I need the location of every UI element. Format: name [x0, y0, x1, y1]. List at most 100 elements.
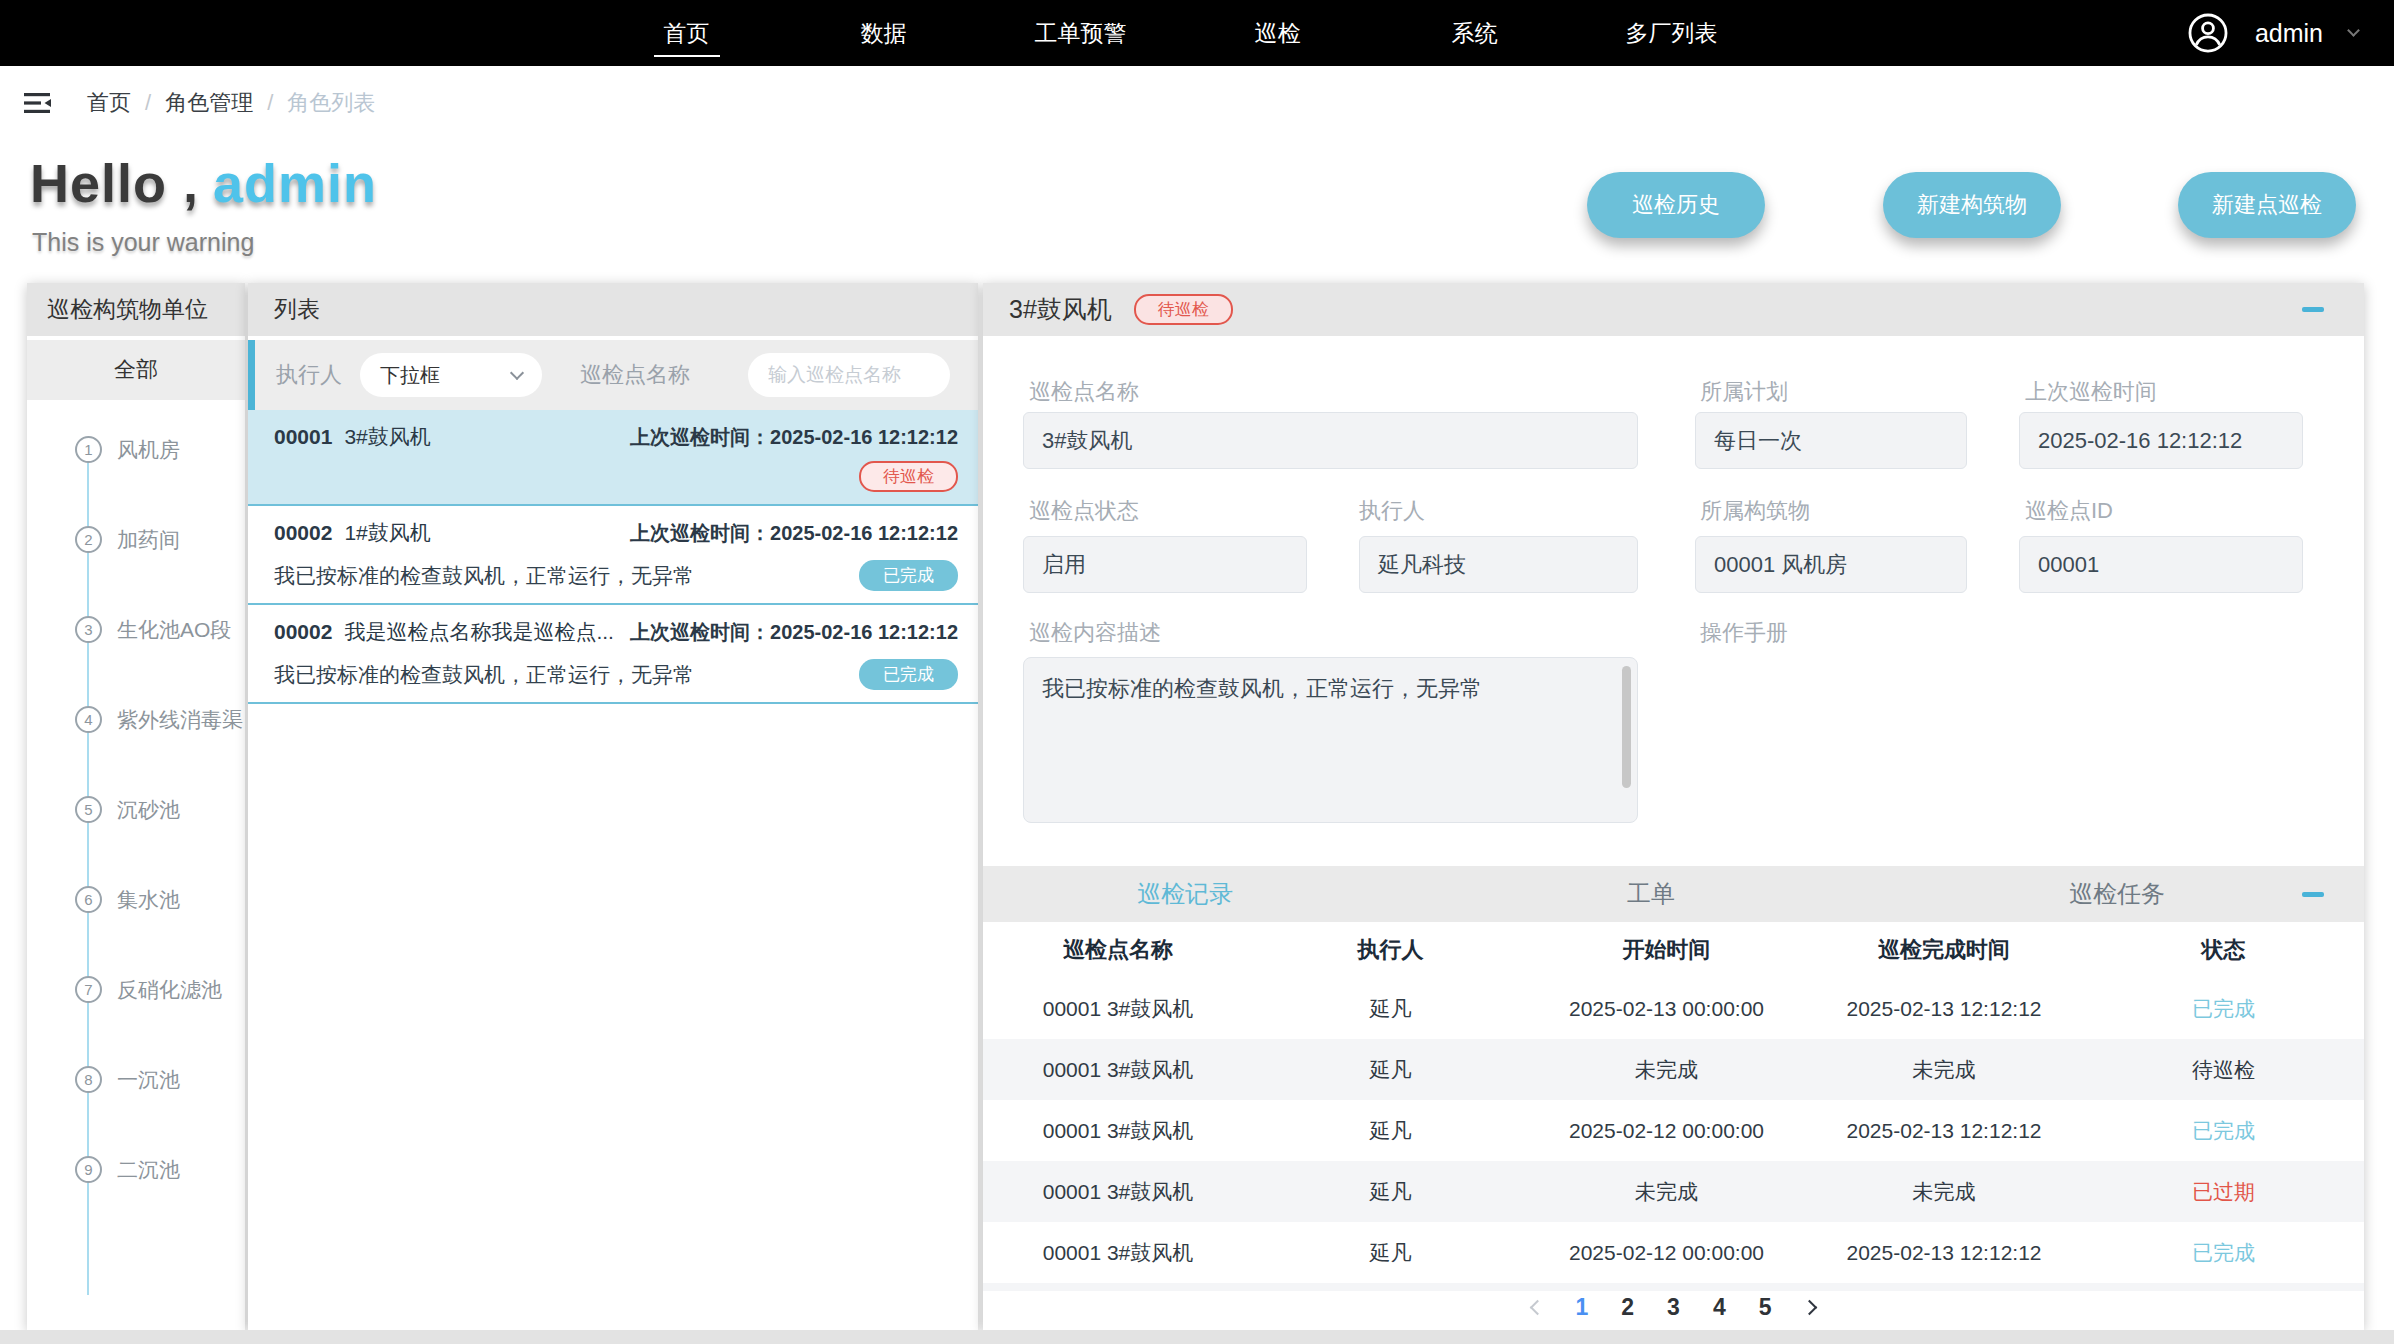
nav-item-workorder-alert[interactable]: 工单预警 — [982, 0, 1179, 66]
table-row[interactable]: 00001 3#鼓风机 延凡 2025-02-12 00:00:00 2025-… — [983, 1100, 2364, 1161]
unit-item-9[interactable]: 9 二沉池 — [27, 1152, 245, 1188]
point-code: 00002 — [274, 620, 332, 644]
unit-item-5[interactable]: 5 沉砂池 — [27, 792, 245, 828]
executor-filter-label: 执行人 — [276, 340, 342, 410]
pagination: 1 2 3 4 5 — [983, 1285, 2364, 1330]
field-label-desc: 巡检内容描述 — [1029, 618, 1161, 648]
list-filter-row: 执行人 下拉框 巡检点名称 — [248, 340, 978, 410]
point-detail-panel: 3#鼓风机 待巡检 巡检点名称 所属计划 上次巡检时间 3#鼓风机 每日一次 2… — [983, 283, 2364, 1330]
breadcrumb: 首页 / 角色管理 / 角色列表 — [87, 88, 375, 118]
field-label-last-time: 上次巡检时间 — [2025, 377, 2157, 407]
field-plan[interactable]: 每日一次 — [1695, 412, 1967, 469]
detail-tabs: 巡检记录 工单 巡检任务 — [983, 866, 2364, 922]
list-item[interactable]: 00002 我是巡检点名称我是巡检点... 上次巡检时间：2025-02-16 … — [248, 605, 978, 704]
greeting-subtitle: This is your warning — [32, 228, 254, 257]
unit-item-1[interactable]: 1 风机房 — [27, 432, 245, 468]
pagination-prev-icon[interactable] — [1529, 1300, 1545, 1316]
unit-item-8[interactable]: 8 一沉池 — [27, 1062, 245, 1098]
unit-number: 1 — [75, 436, 102, 463]
field-label-executor: 执行人 — [1359, 496, 1425, 526]
nav-item-home[interactable]: 首页 — [588, 0, 785, 66]
textarea-scrollbar[interactable] — [1622, 666, 1631, 788]
table-row[interactable]: 00001 3#鼓风机 延凡 未完成 未完成 待巡检 — [983, 1039, 2364, 1100]
nav-item-multi-plant[interactable]: 多厂列表 — [1573, 0, 1770, 66]
field-structure[interactable]: 00001 风机房 — [1695, 536, 1967, 593]
field-label-status: 巡检点状态 — [1029, 496, 1139, 526]
status-badge-pending: 待巡检 — [859, 461, 958, 492]
pagination-page-1[interactable]: 1 — [1576, 1294, 1589, 1321]
pagination-page-5[interactable]: 5 — [1759, 1294, 1772, 1321]
field-last-time[interactable]: 2025-02-16 12:12:12 — [2019, 412, 2303, 469]
unit-number: 6 — [75, 886, 102, 913]
new-structure-button[interactable]: 新建构筑物 — [1883, 172, 2061, 238]
breadcrumb-home[interactable]: 首页 — [87, 88, 131, 118]
col-header-executor: 执行人 — [1253, 935, 1528, 965]
page-bottom-strip — [0, 1330, 2394, 1344]
field-label-structure: 所属构筑物 — [1700, 496, 1810, 526]
units-all-filter[interactable]: 全部 — [27, 340, 245, 400]
unit-item-4[interactable]: 4 紫外线消毒渠 — [27, 702, 245, 738]
field-name[interactable]: 3#鼓风机 — [1023, 412, 1638, 469]
field-status[interactable]: 启用 — [1023, 536, 1307, 593]
pagination-page-4[interactable]: 4 — [1713, 1294, 1726, 1321]
nav-item-data[interactable]: 数据 — [785, 0, 982, 66]
executor-dropdown-value: 下拉框 — [380, 362, 440, 389]
table-row[interactable]: 00001 3#鼓风机 延凡 未完成 未完成 已过期 — [983, 1161, 2364, 1222]
breadcrumb-bar: 首页 / 角色管理 / 角色列表 — [0, 66, 2394, 140]
unit-item-7[interactable]: 7 反硝化滤池 — [27, 972, 245, 1008]
nav-item-system[interactable]: 系统 — [1376, 0, 1573, 66]
field-desc-textarea[interactable]: 我已按标准的检查鼓风机，正常运行，无异常 — [1023, 657, 1638, 823]
collapse-tabs-icon[interactable] — [2302, 892, 2324, 897]
list-panel-title: 列表 — [248, 283, 978, 336]
executor-dropdown[interactable]: 下拉框 — [360, 353, 542, 397]
unit-label: 紫外线消毒渠 — [117, 706, 243, 734]
point-name-filter-label: 巡检点名称 — [580, 340, 690, 410]
tab-inspection-records[interactable]: 巡检记录 — [1137, 866, 1233, 922]
inspection-point-list-panel: 列表 执行人 下拉框 巡检点名称 00001 3#鼓风机 上次巡检时间：2025… — [248, 283, 978, 1330]
pagination-next-icon[interactable] — [1802, 1300, 1818, 1316]
user-menu[interactable]: admin — [2187, 0, 2358, 66]
status-done: 已完成 — [2083, 1117, 2364, 1145]
unit-item-6[interactable]: 6 集水池 — [27, 882, 245, 918]
list-item[interactable]: 00002 1#鼓风机 上次巡检时间：2025-02-16 12:12:12 我… — [248, 506, 978, 605]
col-header-finish-time: 巡检完成时间 — [1805, 935, 2083, 965]
table-row[interactable]: 00001 3#鼓风机 延凡 2025-02-13 00:00:00 2025-… — [983, 978, 2364, 1039]
list-item-selected[interactable]: 00001 3#鼓风机 上次巡检时间：2025-02-16 12:12:12 待… — [248, 410, 978, 506]
breadcrumb-role-management[interactable]: 角色管理 — [165, 88, 253, 118]
inspection-history-button[interactable]: 巡检历史 — [1587, 172, 1765, 238]
unit-number: 4 — [75, 706, 102, 733]
tab-inspection-tasks[interactable]: 巡检任务 — [2069, 866, 2165, 922]
status-expired: 已过期 — [2083, 1178, 2364, 1206]
chevron-down-icon — [510, 366, 524, 380]
tab-work-orders[interactable]: 工单 — [1627, 866, 1675, 922]
unit-item-2[interactable]: 2 加药间 — [27, 522, 245, 558]
new-point-inspection-button[interactable]: 新建点巡检 — [2178, 172, 2356, 238]
field-executor[interactable]: 延凡科技 — [1359, 536, 1638, 593]
point-code: 00001 — [274, 425, 332, 449]
point-name-search-input[interactable] — [748, 353, 950, 397]
nav-item-inspection[interactable]: 巡检 — [1179, 0, 1376, 66]
detail-status-badge: 待巡检 — [1134, 294, 1233, 325]
breadcrumb-role-list: 角色列表 — [287, 88, 375, 118]
unit-number: 2 — [75, 526, 102, 553]
breadcrumb-separator: / — [267, 90, 273, 116]
field-point-id[interactable]: 00001 — [2019, 536, 2303, 593]
point-desc: 我已按标准的检查鼓风机，正常运行，无异常 — [274, 661, 694, 689]
collapse-menu-icon[interactable] — [24, 91, 51, 115]
unit-label: 一沉池 — [117, 1066, 180, 1094]
unit-number: 3 — [75, 616, 102, 643]
unit-label: 加药间 — [117, 526, 180, 554]
pagination-page-3[interactable]: 3 — [1667, 1294, 1680, 1321]
greeting-title: Hello ,admin — [30, 152, 377, 214]
table-row[interactable]: 00001 3#鼓风机 延凡 2025-02-12 00:00:00 2025-… — [983, 1222, 2364, 1283]
col-header-point-name: 巡检点名称 — [983, 935, 1253, 965]
main-nav: 首页 数据 工单预警 巡检 系统 多厂列表 — [588, 0, 1770, 66]
unit-item-3[interactable]: 3 生化池AO段 — [27, 612, 245, 648]
username-label: admin — [2255, 19, 2323, 48]
collapse-detail-icon[interactable] — [2302, 307, 2324, 312]
inspection-point-list: 00001 3#鼓风机 上次巡检时间：2025-02-16 12:12:12 待… — [248, 410, 978, 704]
records-table: 巡检点名称 执行人 开始时间 巡检完成时间 状态 00001 3#鼓风机 延凡 … — [983, 922, 2364, 1291]
pagination-page-2[interactable]: 2 — [1621, 1294, 1634, 1321]
top-navbar: 首页 数据 工单预警 巡检 系统 多厂列表 admin — [0, 0, 2394, 66]
col-header-status: 状态 — [2083, 935, 2364, 965]
